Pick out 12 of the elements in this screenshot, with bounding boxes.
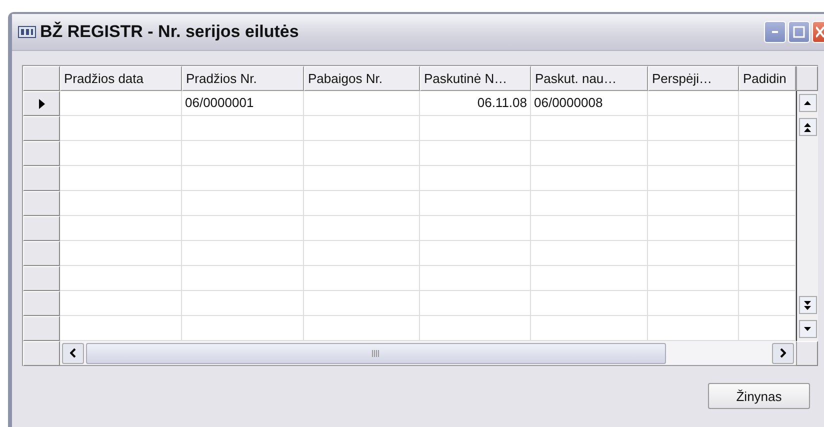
table-cell: 06/0000001 bbox=[182, 91, 304, 116]
reference-button[interactable]: Žinynas bbox=[708, 383, 810, 409]
table-cell: 06/0000008 bbox=[531, 91, 648, 116]
column-header[interactable]: Paskut. nau… bbox=[531, 66, 648, 91]
column-header[interactable]: Padidin bbox=[739, 66, 796, 91]
table-cell: 06.11.08 bbox=[420, 91, 531, 116]
column-header[interactable]: Pradžios data bbox=[60, 66, 182, 91]
column-header[interactable]: Pradžios Nr. bbox=[182, 66, 304, 91]
window-title: BŽ REGISTR - Nr. serijos eilutės bbox=[40, 22, 300, 42]
column-header[interactable]: Perspėji… bbox=[648, 66, 739, 91]
column-header[interactable]: Pabaigos Nr. bbox=[304, 66, 420, 91]
column-header[interactable]: Paskutinė N… bbox=[420, 66, 531, 91]
